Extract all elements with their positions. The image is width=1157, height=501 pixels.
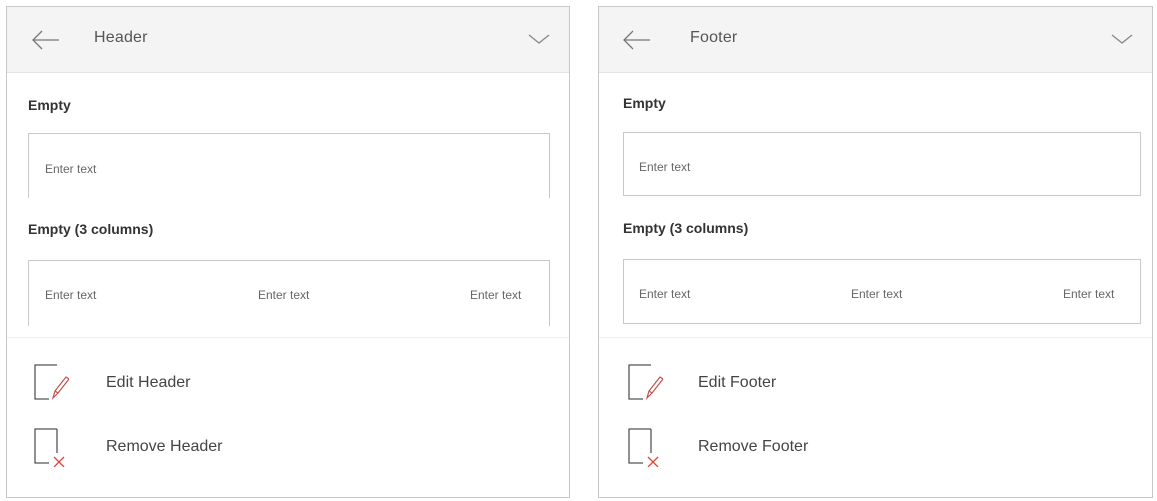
edit-footer-label: Edit Footer	[698, 374, 777, 391]
edit-header-label: Edit Header	[106, 374, 191, 391]
arrow-left-icon	[623, 30, 650, 50]
three-column-preset-option[interactable]: Enter text Enter text Enter text	[28, 260, 550, 326]
page-edit-icon	[34, 364, 69, 401]
remove-footer-button[interactable]: Remove Footer	[599, 423, 1152, 473]
collapse-button[interactable]	[527, 31, 551, 47]
preset-placeholder-right: Enter text	[470, 288, 522, 302]
preset-placeholder: Enter text	[45, 162, 97, 176]
chevron-down-icon	[528, 34, 550, 44]
section-divider	[599, 337, 1152, 338]
footer-panel: Footer Empty Enter text Empty (3 columns…	[598, 6, 1153, 498]
three-column-preset-label: Empty (3 columns)	[623, 220, 749, 236]
collapse-button[interactable]	[1110, 31, 1134, 47]
remove-footer-label: Remove Footer	[698, 438, 809, 455]
page-remove-icon	[628, 428, 659, 467]
preset-placeholder-right: Enter text	[1063, 287, 1115, 301]
back-button[interactable]	[29, 25, 63, 55]
chevron-down-icon	[1111, 34, 1133, 44]
empty-preset-option[interactable]: Enter text	[623, 132, 1141, 196]
three-column-preset-label: Empty (3 columns)	[28, 221, 154, 237]
edit-header-button[interactable]: Edit Header	[7, 359, 569, 409]
preset-placeholder-left: Enter text	[639, 287, 691, 301]
page-edit-icon	[628, 364, 663, 401]
arrow-left-icon	[32, 30, 59, 50]
remove-header-button[interactable]: Remove Header	[7, 423, 569, 473]
edit-footer-button[interactable]: Edit Footer	[599, 359, 1152, 409]
preset-placeholder-center: Enter text	[258, 288, 310, 302]
empty-preset-label: Empty	[28, 97, 71, 113]
empty-preset-option[interactable]: Enter text	[28, 133, 550, 198]
preset-placeholder-center: Enter text	[851, 287, 903, 301]
panel-title: Header	[94, 29, 148, 46]
preset-placeholder: Enter text	[639, 160, 691, 174]
preset-placeholder-left: Enter text	[45, 288, 97, 302]
remove-header-label: Remove Header	[106, 438, 223, 455]
panel-title-bar: Header	[7, 7, 569, 73]
three-column-preset-option[interactable]: Enter text Enter text Enter text	[623, 259, 1141, 324]
empty-preset-label: Empty	[623, 95, 666, 111]
page-remove-icon	[34, 428, 65, 467]
section-divider	[7, 337, 569, 338]
panel-title-bar: Footer	[599, 7, 1152, 73]
panel-title: Footer	[690, 29, 738, 46]
header-panel: Header Empty Enter text Empty (3 columns…	[6, 6, 570, 498]
back-button[interactable]	[620, 25, 654, 55]
